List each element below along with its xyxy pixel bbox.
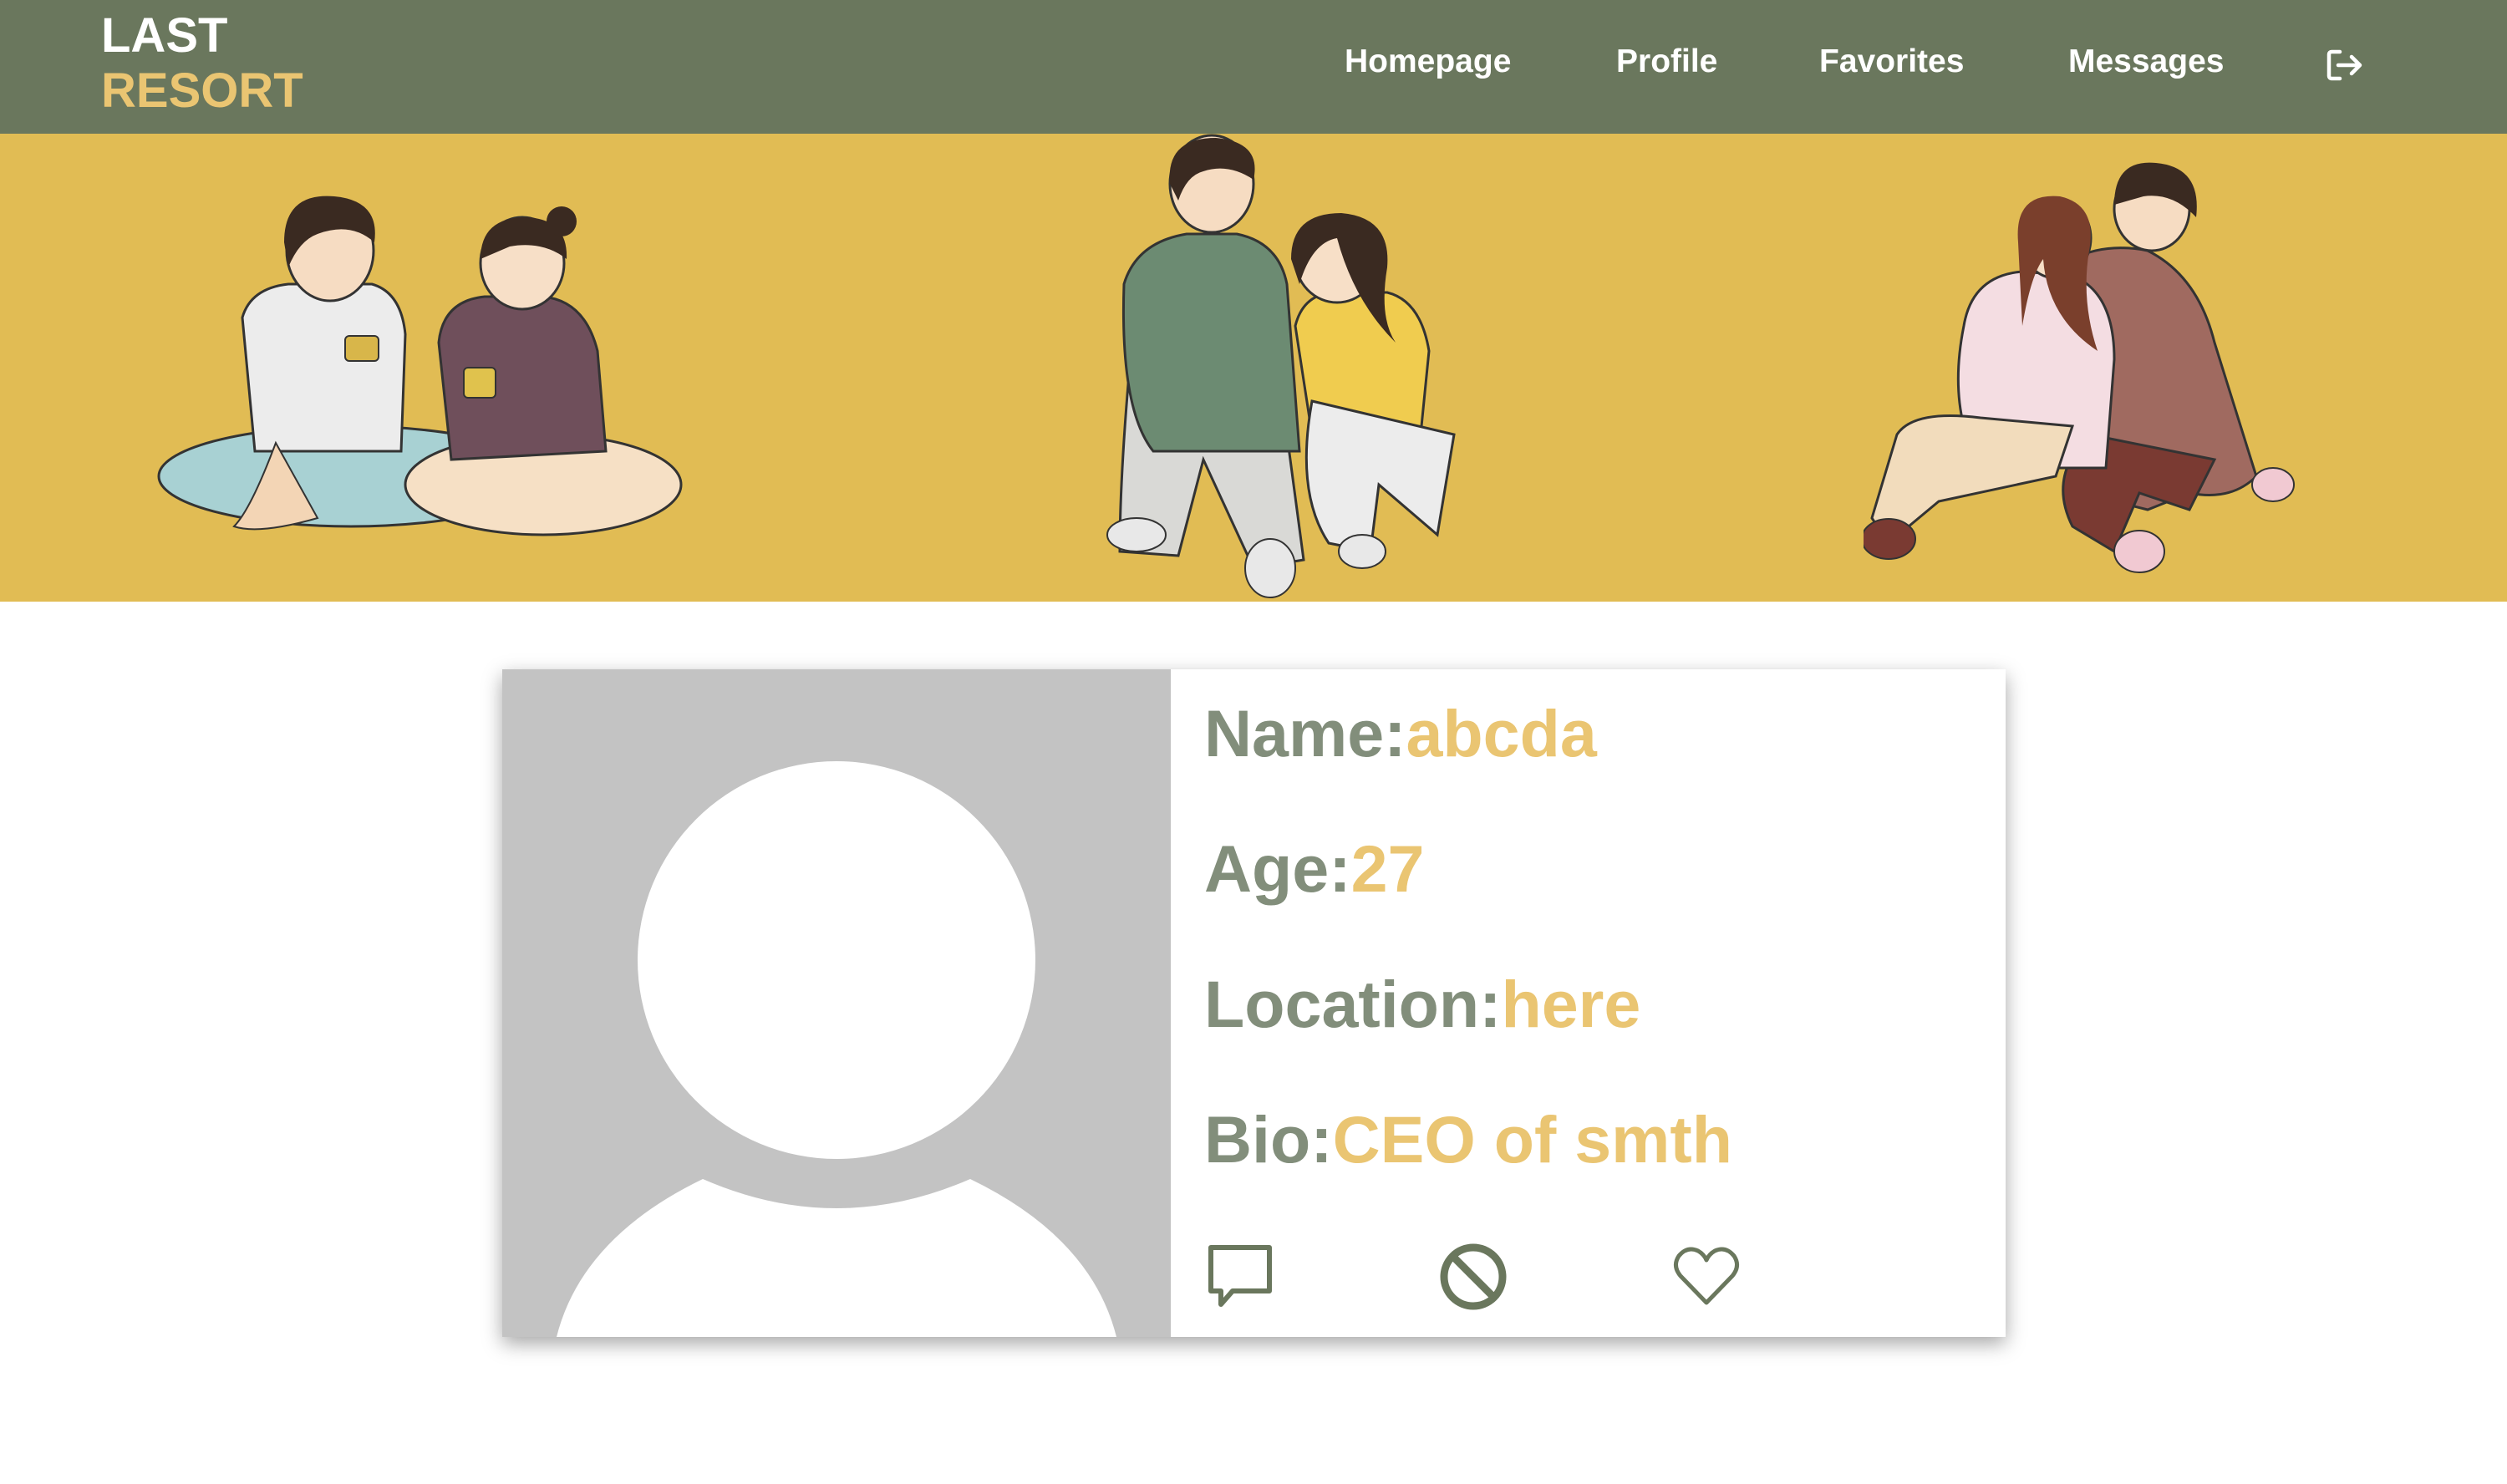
profile-age-row: Age:27 [1204, 831, 1424, 907]
logout-icon[interactable] [2326, 48, 2363, 82]
couple-with-mugs-illustration [157, 196, 683, 536]
profile-card: Name:abcda Age:27 Location:here Bio:CEO … [502, 669, 2006, 1337]
nav-messages[interactable]: Messages [2068, 43, 2224, 80]
name-value: abcda [1406, 696, 1597, 770]
age-value: 27 [1350, 831, 1425, 906]
nav-favorites[interactable]: Favorites [1819, 43, 1964, 80]
profile-name-row: Name:abcda [1204, 696, 1597, 771]
profile-location-row: Location:here [1204, 967, 1640, 1042]
logo-line-1: LAST [101, 8, 228, 63]
avatar [502, 669, 1171, 1337]
bio-value: CEO of smth [1332, 1102, 1732, 1177]
hero-banner [0, 134, 2507, 602]
couple-leaning-illustration [1106, 134, 1456, 598]
default-avatar-icon [557, 761, 1116, 1337]
age-label: Age: [1204, 831, 1351, 906]
logo-line-2: RESORT [101, 64, 303, 118]
heart-icon[interactable] [1670, 1241, 1742, 1313]
bio-label: Bio: [1204, 1102, 1333, 1177]
top-navigation-bar: LAST RESORT Homepage Profile Favorites M… [0, 0, 2507, 134]
couple-kissing-illustration [1864, 162, 2295, 573]
block-icon[interactable] [1437, 1241, 1509, 1313]
profile-bio-row: Bio:CEO of smth [1204, 1102, 1732, 1177]
message-icon[interactable] [1204, 1241, 1276, 1313]
nav-homepage[interactable]: Homepage [1345, 43, 1511, 80]
location-label: Location: [1204, 967, 1502, 1041]
location-value: here [1501, 967, 1641, 1041]
logo[interactable]: LAST RESORT [101, 8, 303, 119]
nav-profile[interactable]: Profile [1616, 43, 1717, 80]
name-label: Name: [1204, 696, 1406, 770]
